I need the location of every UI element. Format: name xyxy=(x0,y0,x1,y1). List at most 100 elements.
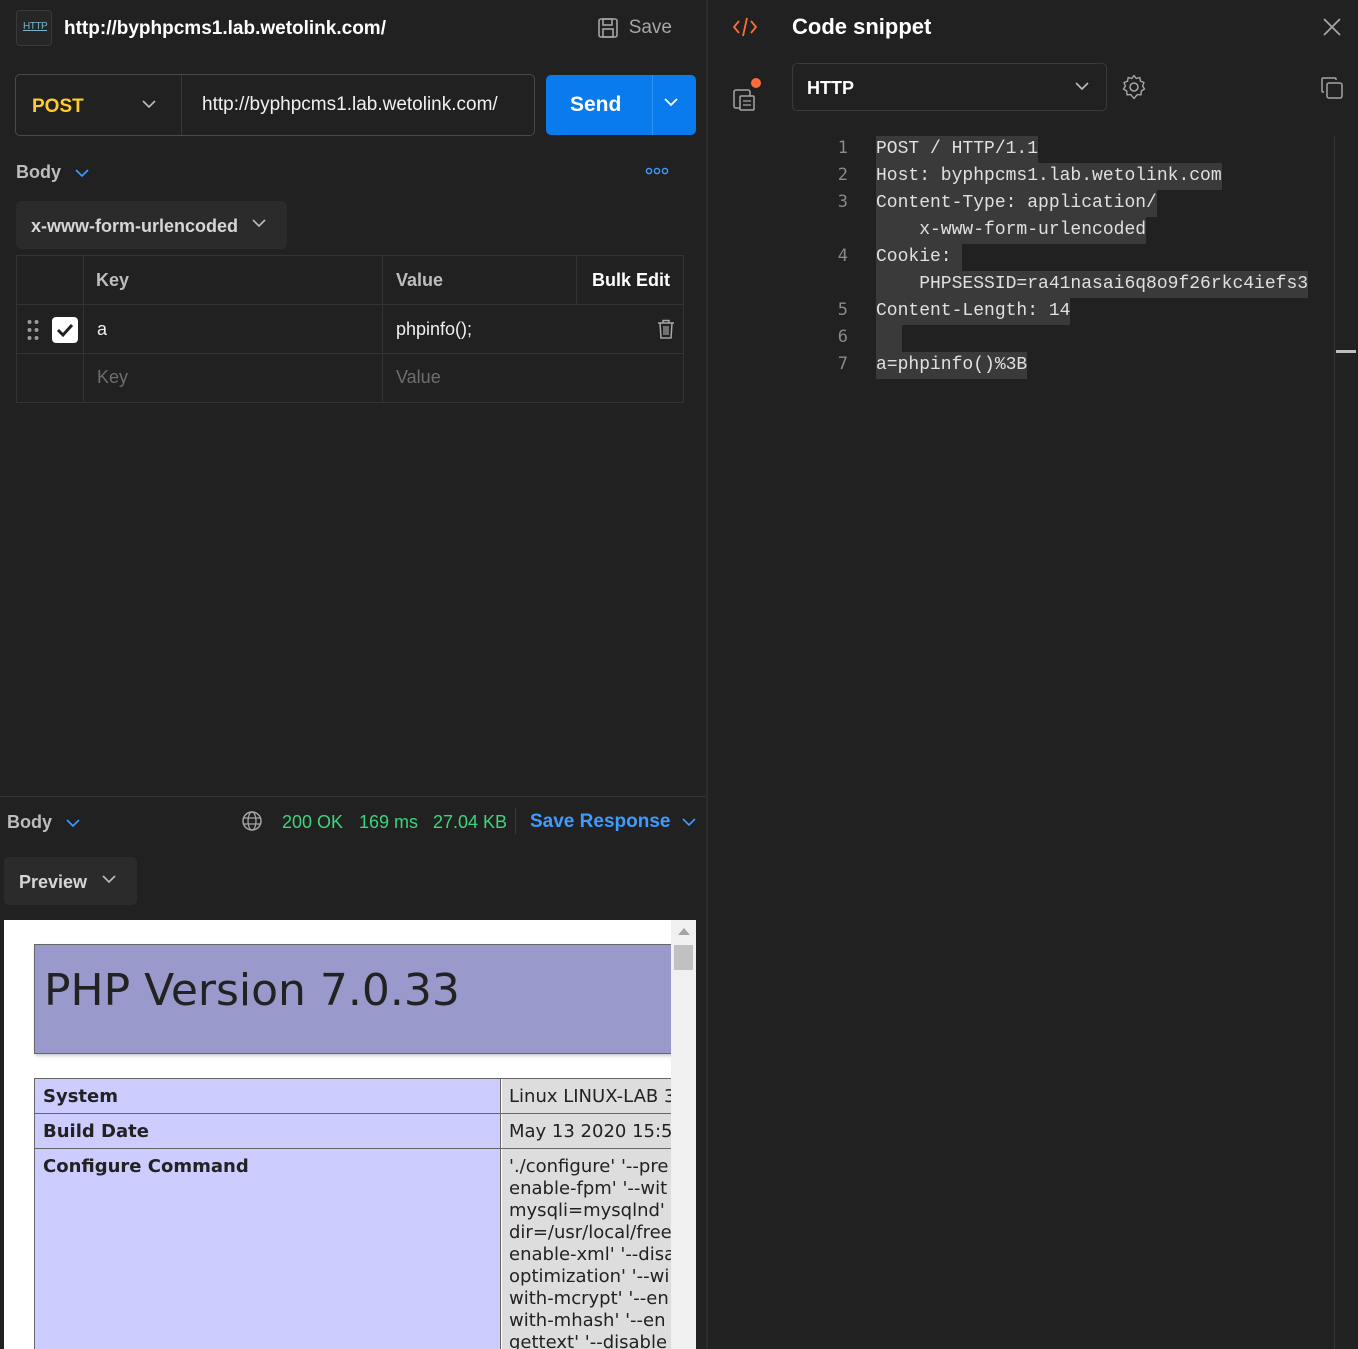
line-number: 7 xyxy=(837,354,848,374)
table-row: Build Date May 13 2020 15:5 xyxy=(34,1113,695,1148)
code-line xyxy=(876,325,902,352)
table-row: System Linux LINUX-LAB 3 xyxy=(34,1078,695,1113)
row-enabled-checkbox[interactable] xyxy=(52,317,78,343)
code-line: Cookie: xyxy=(876,244,963,271)
table-row: Configure Command './configure' '--pre e… xyxy=(34,1148,695,1349)
php-value-cell: Linux LINUX-LAB 3 xyxy=(502,1079,695,1113)
status-code[interactable]: 200 OK xyxy=(282,812,343,833)
php-label: Configure Command xyxy=(43,1156,249,1177)
url-bar: POST http://byphpcms1.lab.wetolink.com/ xyxy=(15,74,535,136)
more-options-icon[interactable] xyxy=(644,165,670,177)
php-version-header: PHP Version 7.0.33 xyxy=(34,944,694,1054)
code-line: PHPSESSID=ra41nasai6q8o9f26rkc4iefs3 xyxy=(876,271,1309,298)
method-label: POST xyxy=(32,96,84,117)
response-body-label: Body xyxy=(7,812,52,832)
handle-column xyxy=(17,256,84,304)
response-body-toggle[interactable]: Body xyxy=(7,812,80,833)
new-key-input[interactable]: Key xyxy=(84,354,383,402)
line-number: 2 xyxy=(837,165,848,185)
php-label-cell: Configure Command xyxy=(35,1149,501,1349)
code-line: a=phpinfo()%3B xyxy=(876,352,1028,379)
scroll-thumb[interactable] xyxy=(674,945,693,970)
save-response-button[interactable]: Save Response xyxy=(530,811,697,833)
table-row: a phpinfo(); xyxy=(17,305,683,354)
row-controls xyxy=(17,305,84,353)
save-button[interactable]: Save xyxy=(597,14,672,42)
save-icon xyxy=(597,18,618,38)
php-value-cell: './configure' '--pre enable-fpm' '--wit … xyxy=(502,1149,695,1349)
body-section-toggle[interactable]: Body xyxy=(16,162,89,183)
chevron-down-icon[interactable] xyxy=(664,97,678,107)
code-icon[interactable] xyxy=(732,16,758,38)
php-value-line: with-mhash' '--en xyxy=(509,1310,666,1331)
view-mode-select[interactable]: Preview xyxy=(4,857,137,905)
save-label: Save xyxy=(628,17,672,38)
language-select[interactable]: HTTP xyxy=(792,63,1107,111)
code-scroll-marker[interactable] xyxy=(1336,350,1356,353)
row-controls xyxy=(17,354,84,402)
php-value-line: with-mcrypt' '--en xyxy=(509,1288,669,1309)
response-time[interactable]: 169 ms xyxy=(359,812,418,833)
gear-icon[interactable] xyxy=(1121,74,1147,100)
value-cell[interactable]: phpinfo(); xyxy=(383,305,683,353)
send-divider xyxy=(652,75,653,135)
value-header: Value xyxy=(396,270,444,290)
response-preview[interactable]: PHP Version 7.0.33 System Linux LINUX-LA… xyxy=(4,920,696,1349)
send-button[interactable]: Send xyxy=(546,75,696,135)
request-title[interactable]: http://byphpcms1.lab.wetolink.com/ xyxy=(64,18,386,40)
body-label: Body xyxy=(16,162,61,182)
chevron-down-icon xyxy=(102,875,116,884)
response-size[interactable]: 27.04 KB xyxy=(433,812,507,833)
scroll-up-arrow-icon[interactable] xyxy=(678,928,690,935)
php-value-line: dir=/usr/local/free xyxy=(509,1222,672,1243)
line-number: 4 xyxy=(837,246,848,266)
url-input[interactable]: http://byphpcms1.lab.wetolink.com/ xyxy=(202,94,498,116)
new-value-input[interactable]: Value xyxy=(383,354,683,402)
method-select[interactable]: POST xyxy=(16,75,182,135)
value-column: Value xyxy=(383,256,577,304)
clipboard-icon[interactable] xyxy=(732,78,764,112)
encoding-label: x-www-form-urlencoded xyxy=(31,216,239,236)
drag-handle-icon[interactable] xyxy=(27,319,39,341)
chevron-down-icon xyxy=(75,168,89,177)
line-number: 1 xyxy=(837,138,848,158)
body-encoding-select[interactable]: x-www-form-urlencoded xyxy=(16,201,287,249)
copy-icon[interactable] xyxy=(1320,76,1344,100)
code-line: Content-Type: application/ xyxy=(876,190,1157,217)
code-line: Content-Length: 14 xyxy=(876,298,1071,325)
response-divider[interactable] xyxy=(0,796,706,797)
php-label-cell: Build Date xyxy=(35,1114,501,1148)
preview-scrollbar[interactable] xyxy=(671,920,696,1349)
view-mode-label: Preview xyxy=(19,872,88,892)
globe-icon[interactable] xyxy=(241,810,263,832)
code-line: POST / HTTP/1.1 xyxy=(876,136,1039,163)
code-scrollbar-track[interactable] xyxy=(1334,136,1335,1349)
toolbar-separator xyxy=(515,808,516,834)
php-value-line: enable-xml' '--disa xyxy=(509,1244,676,1265)
chevron-down-icon xyxy=(66,818,80,827)
php-value: './configure' '--pre enable-fpm' '--wit … xyxy=(509,1156,695,1349)
php-label-cell: System xyxy=(35,1079,501,1113)
save-response-label: Save Response xyxy=(530,811,671,832)
close-icon[interactable] xyxy=(1322,17,1342,37)
bulk-edit-button[interactable]: Bulk Edit xyxy=(592,270,670,291)
trash-icon[interactable] xyxy=(657,319,675,339)
value-value: phpinfo(); xyxy=(396,319,473,339)
php-value-line: enable-fpm' '--wit xyxy=(509,1178,668,1199)
value-placeholder: Value xyxy=(396,367,441,387)
php-value-line: gettext' '--disable xyxy=(509,1332,668,1349)
request-panel: HTTP http://byphpcms1.lab.wetolink.com/ … xyxy=(0,0,706,1349)
chevron-down-icon xyxy=(1075,82,1089,91)
language-label: HTTP xyxy=(807,78,854,98)
request-header: HTTP http://byphpcms1.lab.wetolink.com/ … xyxy=(16,8,696,48)
http-request-icon: HTTP xyxy=(16,10,52,46)
key-cell[interactable]: a xyxy=(84,305,383,353)
php-label: System xyxy=(43,1086,118,1107)
body-params-table: Key Value Bulk Edit a phpinfo(); Key Val… xyxy=(16,255,684,403)
php-version-title: PHP Version 7.0.33 xyxy=(44,965,460,1016)
line-number: 3 xyxy=(837,192,848,212)
key-column: Key xyxy=(84,256,383,304)
line-number: 5 xyxy=(837,300,848,320)
key-value: a xyxy=(97,319,108,339)
http-badge-text: HTTP xyxy=(23,21,48,32)
